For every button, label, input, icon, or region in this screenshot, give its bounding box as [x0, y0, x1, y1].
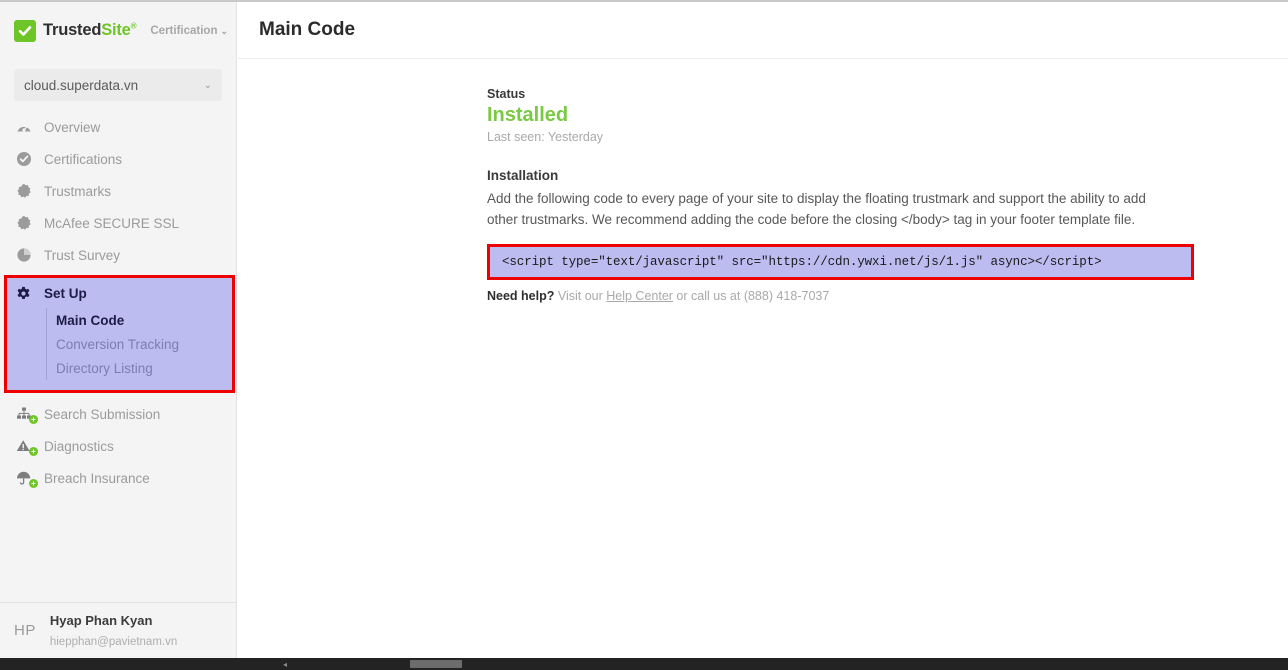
brand-name-part2: Site — [101, 21, 131, 39]
installation-code-text: <script type="text/javascript" src="http… — [502, 255, 1102, 270]
installation-code-box[interactable]: <script type="text/javascript" src="http… — [487, 244, 1194, 281]
sidebar-item-overview[interactable]: Overview — [0, 111, 236, 143]
installation-description: Add the following code to every page of … — [487, 191, 1146, 227]
seal-badge-icon — [16, 215, 36, 231]
certification-label: Certification — [150, 24, 218, 37]
sidebar-item-certifications[interactable]: Certifications — [0, 143, 236, 175]
check-icon — [14, 19, 36, 42]
sidebar-item-label: Diagnostics — [44, 438, 114, 454]
brand-header[interactable]: TrustedSite® Certification ⌄ — [0, 2, 236, 59]
main-content: Main Code Status Installed Last seen: Ye… — [238, 2, 1288, 658]
upgrade-plus-badge: + — [29, 415, 38, 424]
sidebar-subitem-conversion-tracking[interactable]: Conversion Tracking — [56, 332, 232, 356]
sidebar-item-label: Trust Survey — [44, 247, 121, 263]
sidebar-item-label: McAfee SECURE SSL — [44, 215, 180, 231]
chevron-down-icon: ⌄ — [203, 79, 212, 91]
speedometer-icon — [16, 119, 36, 135]
help-after-link: or call us at (888) 418-7037 — [672, 289, 830, 304]
sidebar-item-label: Certifications — [44, 151, 123, 167]
sidebar-item-mcafee-secure-ssl[interactable]: McAfee SECURE SSL — [0, 207, 236, 239]
chevron-down-icon: ⌄ — [220, 25, 229, 36]
sidebar-item-label: Overview — [44, 119, 101, 135]
user-meta: Hyap Phan Kyan hiepphan@pavietnam.vn — [50, 611, 177, 651]
sidebar-nav-lower: + Search Submission + Diagnostics + Brea… — [0, 398, 236, 494]
status-badge: Installed — [487, 104, 569, 126]
sidebar-item-diagnostics[interactable]: + Diagnostics — [0, 430, 236, 462]
sidebar-nav-upper: Overview Certifications Trustmarks McAfe… — [0, 111, 236, 271]
upgrade-plus-badge: + — [29, 447, 38, 456]
sidebar-item-trustmarks[interactable]: Trustmarks — [0, 175, 236, 207]
domain-selector-value: cloud.superdata.vn — [24, 77, 139, 93]
sitemap-icon: + — [16, 407, 38, 424]
main-header: Main Code — [238, 2, 1288, 59]
sidebar-item-label: Breach Insurance — [44, 470, 150, 486]
pie-chart-icon — [16, 247, 36, 263]
code-snippet: <script type="text/javascript" src="http… — [502, 255, 1072, 270]
sidebar: TrustedSite® Certification ⌄ cloud.superd… — [0, 2, 237, 658]
sidebar-subitem-label: Main Code — [56, 312, 125, 328]
sidebar-item-search-submission[interactable]: + Search Submission — [0, 398, 236, 430]
sidebar-subitem-label: Directory Listing — [56, 360, 153, 376]
setup-section-highlighted: Set Up Main Code Conversion Tracking Dir… — [4, 275, 235, 393]
sidebar-item-label: Set Up — [44, 285, 87, 301]
sidebar-item-set-up[interactable]: Set Up — [7, 278, 232, 308]
sidebar-subitem-main-code[interactable]: Main Code — [56, 308, 232, 332]
sidebar-subitem-directory-listing[interactable]: Directory Listing — [56, 356, 232, 380]
installation-heading: Installation — [487, 168, 559, 183]
page-title: Main Code — [259, 19, 356, 40]
sidebar-item-trust-survey[interactable]: Trust Survey — [0, 239, 236, 271]
gear-icon — [16, 286, 36, 301]
sidebar-item-label: Search Submission — [44, 406, 161, 422]
warning-triangle-icon: + — [16, 439, 38, 456]
upgrade-plus-badge: + — [29, 479, 38, 488]
avatar: HP — [14, 622, 36, 639]
user-account-footer[interactable]: HP Hyap Phan Kyan hiepphan@pavietnam.vn — [0, 602, 236, 658]
help-strong: Need help? — [487, 289, 555, 304]
scroll-left-arrow-icon[interactable]: ◂ — [283, 661, 290, 669]
help-line: Need help? Visit our Help Center or call… — [487, 289, 1288, 303]
sidebar-item-label: Trustmarks — [44, 183, 111, 199]
setup-subnav: Main Code Conversion Tracking Directory … — [46, 308, 232, 380]
umbrella-icon: + — [16, 471, 38, 488]
status-last-seen: Last seen: Yesterday — [487, 130, 604, 144]
help-before-link: Visit our — [554, 289, 607, 304]
sidebar-subitem-label: Conversion Tracking — [56, 336, 180, 352]
brand-wordmark: TrustedSite® — [43, 21, 137, 40]
sidebar-item-breach-insurance[interactable]: + Breach Insurance — [0, 462, 236, 494]
brand-registered-mark: ® — [130, 21, 137, 31]
seal-badge-icon — [16, 183, 36, 199]
horizontal-scrollbar[interactable]: ◂ — [0, 658, 1288, 670]
domain-selector[interactable]: cloud.superdata.vn ⌄ — [14, 69, 222, 101]
scrollbar-thumb[interactable] — [410, 660, 462, 668]
brand-name-part1: Trusted — [43, 21, 102, 39]
app-root: TrustedSite® Certification ⌄ cloud.superd… — [0, 0, 1288, 670]
certification-menu[interactable]: Certification ⌄ — [150, 25, 228, 37]
content-area: Status Installed Last seen: Yesterday In… — [238, 59, 1288, 303]
user-name: Hyap Phan Kyan — [49, 612, 153, 628]
status-label: Status — [487, 87, 526, 101]
user-email: hiepphan@pavietnam.vn — [49, 635, 178, 648]
help-center-link[interactable]: Help Center — [606, 289, 673, 303]
check-circle-icon — [16, 151, 36, 167]
